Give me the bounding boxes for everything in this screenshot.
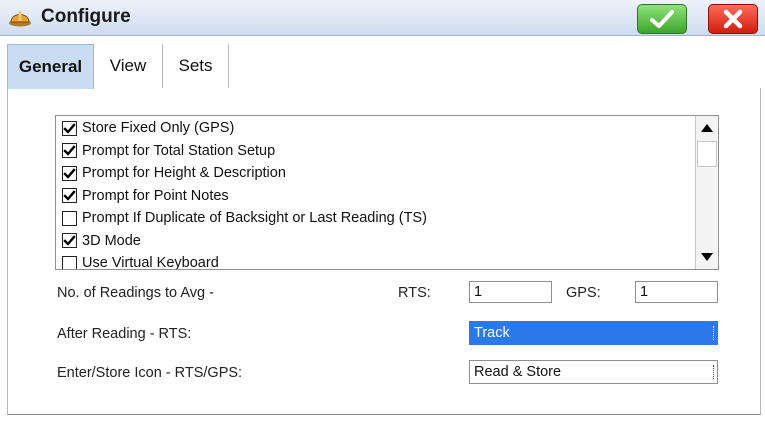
option-item[interactable]: Prompt If Duplicate of Backsight or Last… — [62, 207, 427, 229]
tab-sets-label: Sets — [178, 56, 213, 75]
rts-readings-input[interactable]: 1 — [469, 281, 552, 303]
option-item[interactable]: Prompt for Total Station Setup — [62, 140, 275, 162]
checkmark-icon — [650, 10, 674, 28]
checkbox-unchecked[interactable] — [62, 255, 77, 269]
gps-readings-input[interactable]: 1 — [635, 281, 718, 303]
checkmark-icon — [63, 190, 76, 201]
checkbox-unchecked[interactable] — [62, 210, 77, 226]
scroll-down-icon — [701, 253, 713, 261]
option-label: Prompt for Point Notes — [82, 187, 229, 204]
checkmark-icon — [63, 145, 76, 156]
option-label: Use Virtual Keyboard — [82, 255, 219, 269]
after-reading-label: After Reading - RTS: — [57, 326, 192, 342]
checkbox-checked[interactable] — [62, 143, 77, 158]
checkmark-icon — [63, 122, 76, 134]
scroll-up-button[interactable] — [696, 116, 718, 140]
window-title: Configure — [41, 6, 131, 27]
dropdown-arrow-icon — [713, 326, 715, 340]
checkbox-checked[interactable] — [62, 188, 77, 203]
options-list-items: Store Fixed Only (GPS) Prompt for Total S… — [56, 116, 694, 269]
tab-general-label: General — [18, 57, 83, 76]
enter-store-select[interactable]: Read & Store — [469, 360, 718, 384]
option-label: Prompt for Total Station Setup — [82, 142, 276, 159]
option-label: Store Fixed Only (GPS) — [82, 120, 235, 136]
gps-label: GPS: — [566, 285, 601, 301]
option-label: 3D Mode — [82, 232, 141, 249]
dropdown-arrow-icon — [713, 365, 715, 379]
rts-label: RTS: — [398, 285, 431, 301]
option-item[interactable]: Use Virtual Keyboard — [62, 252, 219, 269]
enter-store-label: Enter/Store Icon - RTS/GPS: — [57, 365, 243, 381]
ok-button[interactable] — [637, 4, 687, 34]
tab-view[interactable]: View — [94, 44, 163, 88]
option-label: Prompt If Duplicate of Backsight or Last… — [82, 210, 427, 226]
title-bar: Configure — [0, 0, 765, 36]
list-scrollbar[interactable] — [695, 116, 718, 269]
checkbox-checked[interactable] — [62, 120, 77, 136]
close-icon — [723, 9, 743, 29]
option-item[interactable]: Prompt for Height & Description — [62, 162, 286, 184]
tab-view-label: View — [109, 56, 147, 75]
hardhat-icon — [9, 11, 31, 27]
option-item[interactable]: Prompt for Point Notes — [62, 185, 229, 207]
tab-general[interactable]: General — [7, 44, 94, 89]
enter-store-value: Read & Store — [474, 364, 562, 380]
scroll-down-button[interactable] — [696, 245, 718, 269]
checkmark-icon — [63, 235, 76, 246]
tab-bar: General View Sets — [0, 36, 765, 89]
scroll-up-icon — [701, 124, 713, 132]
option-label: Prompt for Height & Description — [82, 165, 286, 181]
after-reading-select[interactable]: Track — [469, 321, 718, 345]
close-button[interactable] — [708, 4, 758, 34]
options-list: Store Fixed Only (GPS) Prompt for Total S… — [55, 115, 719, 270]
option-item[interactable]: Store Fixed Only (GPS) — [62, 117, 234, 139]
after-reading-value: Track — [474, 325, 510, 341]
checkmark-icon — [63, 167, 76, 179]
tab-sets[interactable]: Sets — [163, 44, 229, 88]
checkbox-checked[interactable] — [62, 165, 77, 181]
option-item[interactable]: 3D Mode — [62, 230, 141, 252]
checkbox-checked[interactable] — [62, 233, 77, 248]
scroll-thumb[interactable] — [697, 141, 717, 167]
readings-label: No. of Readings to Avg - — [57, 285, 214, 301]
